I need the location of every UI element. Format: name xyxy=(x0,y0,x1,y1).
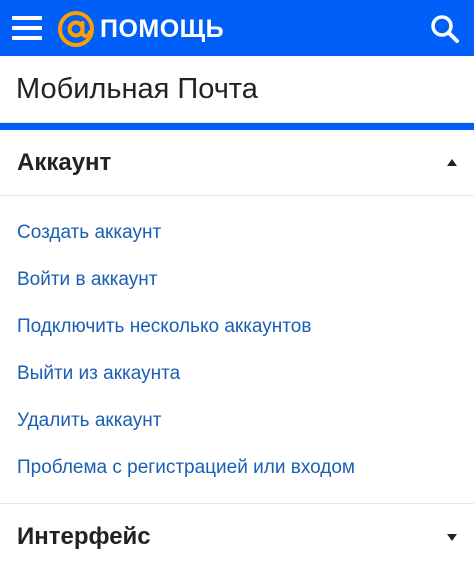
section-header-interface[interactable]: Интерфейс xyxy=(0,504,474,570)
link-multiple-accounts[interactable]: Подключить несколько аккаунтов xyxy=(0,303,474,350)
link-create-account[interactable]: Создать аккаунт xyxy=(0,209,474,256)
menu-line xyxy=(12,26,42,30)
section-title: Интерфейс xyxy=(17,523,151,550)
page-title-container: Мобильная Почта xyxy=(0,56,474,123)
link-registration-problem[interactable]: Проблема с регистрацией или входом xyxy=(0,444,474,491)
account-links: Создать аккаунт Войти в аккаунт Подключи… xyxy=(0,196,474,503)
link-delete-account[interactable]: Удалить аккаунт xyxy=(0,397,474,444)
search-icon[interactable] xyxy=(430,14,460,44)
top-header: ПОМОЩЬ xyxy=(0,0,474,56)
link-logout[interactable]: Выйти из аккаунта xyxy=(0,350,474,397)
caret-down-icon xyxy=(447,533,457,541)
section-header-account[interactable]: Аккаунт xyxy=(0,130,474,196)
section-title: Аккаунт xyxy=(17,148,112,176)
logo[interactable]: ПОМОЩЬ xyxy=(58,11,224,47)
menu-line xyxy=(12,16,42,20)
caret-up-icon xyxy=(447,159,457,166)
section-account: Аккаунт Создать аккаунт Войти в аккаунт … xyxy=(0,130,474,503)
hamburger-menu-icon[interactable] xyxy=(12,14,42,42)
logo-text: ПОМОЩЬ xyxy=(100,14,225,43)
link-login[interactable]: Войти в аккаунт xyxy=(0,256,474,303)
page-title: Мобильная Почта xyxy=(16,72,258,105)
menu-line xyxy=(12,36,42,40)
section-interface: Интерфейс xyxy=(0,503,474,570)
mail-at-logo-icon xyxy=(58,11,94,47)
accent-bar xyxy=(0,123,474,130)
